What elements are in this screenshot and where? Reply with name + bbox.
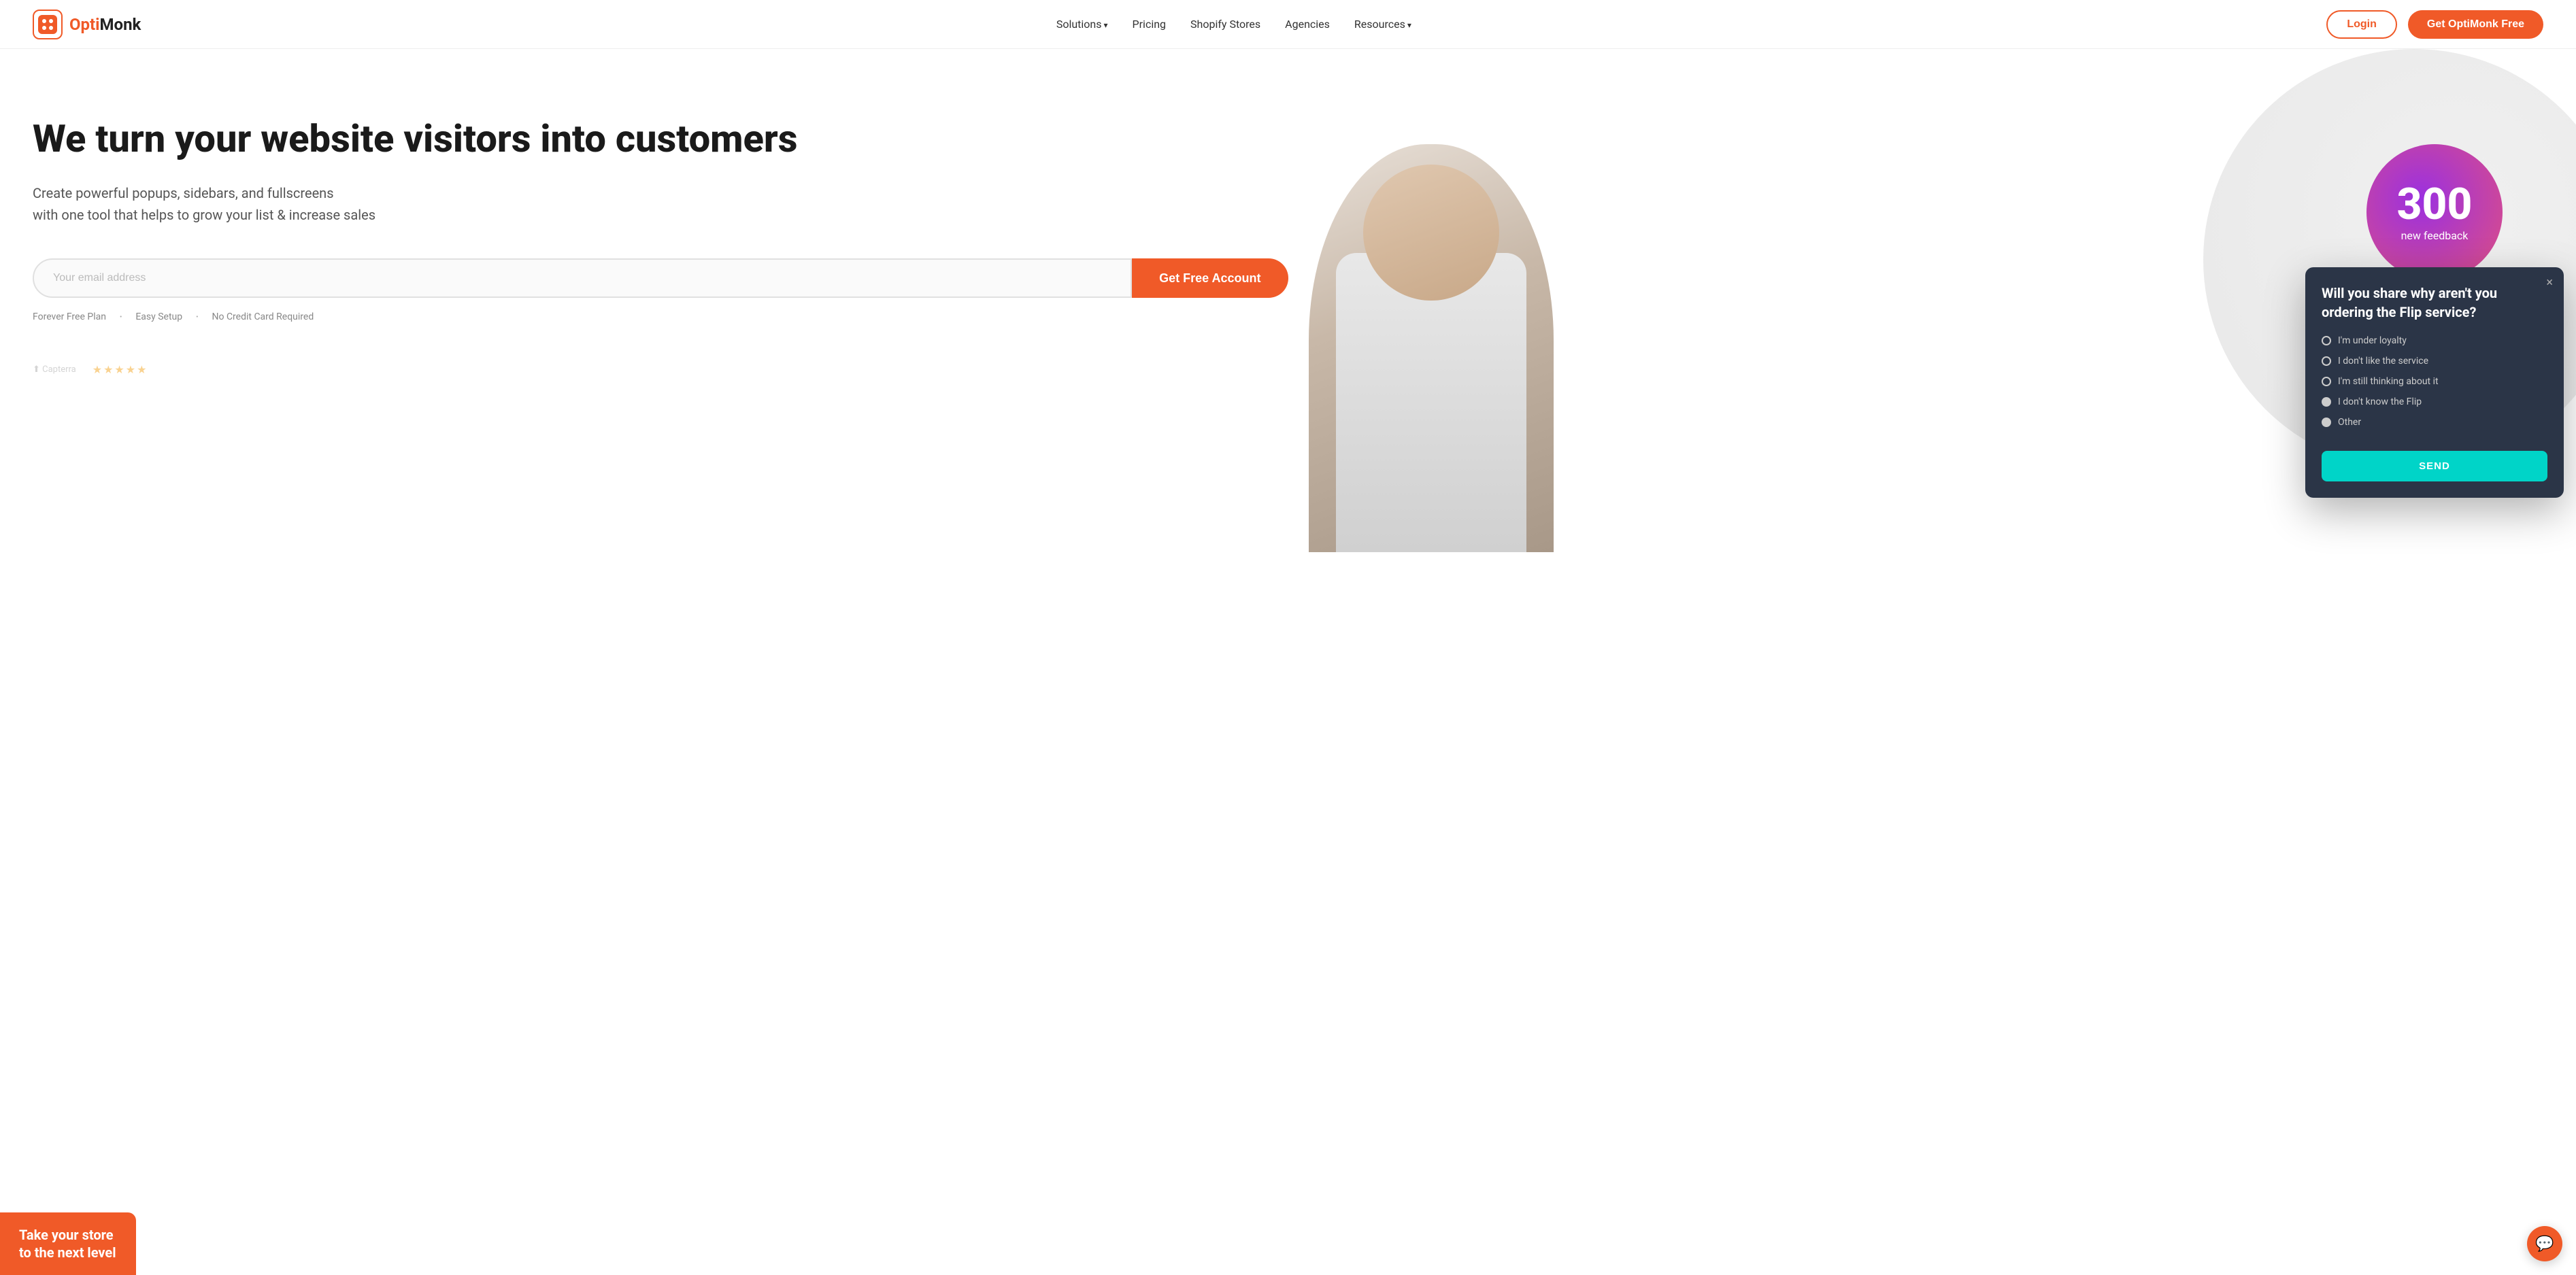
- capterra-label: ⬆ Capterra: [33, 364, 76, 375]
- logo-text: OptiMonk: [69, 15, 141, 34]
- login-button[interactable]: Login: [2326, 10, 2397, 39]
- option-label-5: Other: [2338, 417, 2361, 428]
- star-rating: ★★★★★: [93, 363, 148, 376]
- nav-agencies[interactable]: Agencies: [1285, 18, 1330, 31]
- popup-option-4: I don't know the Flip: [2322, 396, 2547, 407]
- hero-headline: We turn your website visitors into custo…: [33, 117, 1288, 160]
- get-optimonk-free-button[interactable]: Get OptiMonk Free: [2408, 10, 2543, 39]
- radio-1[interactable]: [2322, 336, 2331, 345]
- get-free-account-button[interactable]: Get Free Account: [1132, 258, 1288, 298]
- popup-send-button[interactable]: SEND: [2322, 451, 2547, 481]
- nav-solutions[interactable]: Solutions: [1056, 18, 1108, 31]
- nav-links: Solutions Pricing Shopify Stores Agencie…: [1056, 18, 1411, 31]
- hero-section: We turn your website visitors into custo…: [0, 49, 2576, 1275]
- stat-number: 300: [2397, 183, 2473, 226]
- dot-2: •: [196, 313, 198, 321]
- nav-resources[interactable]: Resources: [1354, 18, 1411, 31]
- review-hints: ⬆ Capterra ★★★★★: [33, 363, 1288, 376]
- bottom-bar[interactable]: Take your store to the next level: [0, 1212, 136, 1275]
- radio-3[interactable]: [2322, 377, 2331, 386]
- hero-left: We turn your website visitors into custo…: [33, 90, 1288, 376]
- popup-card: × Will you share why aren't you ordering…: [2305, 267, 2564, 498]
- popup-option-3: I'm still thinking about it: [2322, 376, 2547, 387]
- nav-actions: Login Get OptiMonk Free: [2326, 10, 2543, 39]
- radio-2[interactable]: [2322, 356, 2331, 366]
- feature-easy-setup: Easy Setup: [135, 311, 182, 322]
- hero-form: Get Free Account: [33, 258, 1288, 298]
- feature-forever-free: Forever Free Plan: [33, 311, 106, 322]
- option-label-3: I'm still thinking about it: [2338, 376, 2439, 387]
- popup-option-2: I don't like the service: [2322, 356, 2547, 367]
- option-label-1: I'm under loyalty: [2338, 335, 2407, 346]
- radio-5[interactable]: [2322, 418, 2331, 427]
- hero-subheadline: Create powerful popups, sidebars, and fu…: [33, 182, 1288, 226]
- nav-shopify[interactable]: Shopify Stores: [1190, 18, 1260, 31]
- navbar: OptiMonk Solutions Pricing Shopify Store…: [0, 0, 2576, 49]
- email-input[interactable]: [33, 258, 1132, 298]
- option-label-2: I don't like the service: [2338, 356, 2428, 367]
- dot-1: •: [120, 313, 122, 321]
- chat-button[interactable]: 💬: [2527, 1226, 2562, 1261]
- radio-4[interactable]: [2322, 397, 2331, 407]
- popup-option-5: Other: [2322, 417, 2547, 428]
- option-label-4: I don't know the Flip: [2338, 396, 2422, 407]
- hero-right: 300 new feedback × Will you share why ar…: [1288, 90, 2544, 552]
- feature-no-card: No Credit Card Required: [212, 311, 314, 322]
- person-image: [1309, 144, 1554, 552]
- popup-title: Will you share why aren't you ordering t…: [2322, 284, 2547, 322]
- nav-pricing[interactable]: Pricing: [1133, 18, 1167, 31]
- popup-option-1: I'm under loyalty: [2322, 335, 2547, 346]
- stat-bubble: 300 new feedback: [2366, 144, 2503, 280]
- logo-icon: [33, 10, 63, 39]
- hero-features: Forever Free Plan • Easy Setup • No Cred…: [33, 311, 1288, 322]
- logo[interactable]: OptiMonk: [33, 10, 141, 39]
- popup-close-button[interactable]: ×: [2546, 275, 2553, 290]
- stat-label: new feedback: [2401, 229, 2469, 242]
